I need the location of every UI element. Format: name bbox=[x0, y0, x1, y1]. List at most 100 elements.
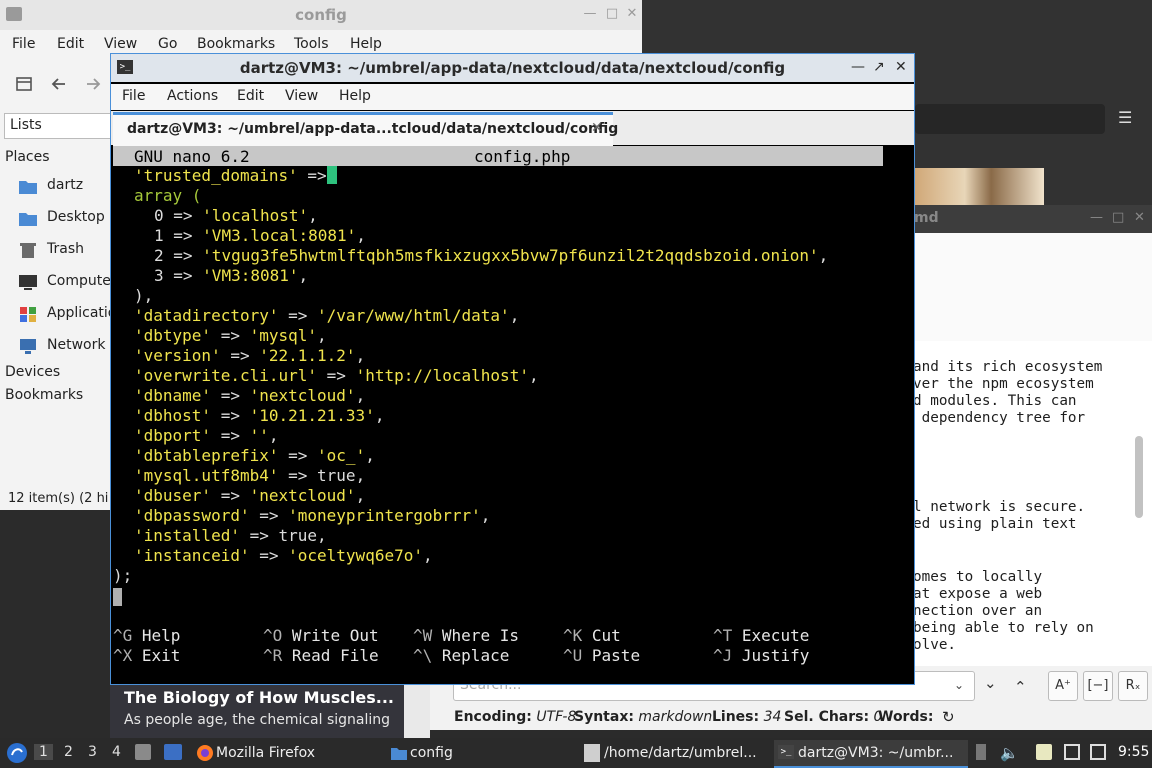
terminal-tab[interactable]: dartz@VM3: ~/umbrel/app-data...tcloud/da… bbox=[113, 112, 618, 147]
maximize-icon[interactable]: □ bbox=[1112, 210, 1124, 225]
code-line: 'overwrite.cli.url' => 'http://localhost… bbox=[134, 366, 539, 385]
selection-status: Sel. Chars: 0 bbox=[784, 709, 882, 725]
shortcut-read-file[interactable]: ^R Read File bbox=[263, 646, 379, 665]
shortcut-write-out[interactable]: ^O Write Out bbox=[263, 626, 379, 645]
menu-actions[interactable]: Actions bbox=[167, 88, 218, 104]
editor-line: ed using plain text bbox=[913, 516, 1077, 532]
desktop-launcher-icon[interactable] bbox=[164, 744, 182, 760]
code-line: 3 => 'VM3:8081', bbox=[154, 266, 309, 285]
place-label: Network bbox=[47, 337, 106, 353]
editor-line: omes to locally bbox=[913, 569, 1043, 585]
editor-line: olve. bbox=[913, 637, 957, 653]
words-label: Words: bbox=[878, 709, 934, 725]
firefox-article-preview[interactable]: The Biology of How Muscles... As people … bbox=[110, 682, 430, 738]
task-terminal[interactable]: >_ dartz@VM3: ~/umbr... bbox=[774, 740, 968, 768]
clipboard-icon[interactable] bbox=[1036, 744, 1052, 760]
maximize-icon[interactable]: □ bbox=[604, 6, 620, 22]
menu-file[interactable]: File bbox=[12, 36, 35, 52]
nano-version: GNU nano 6.2 bbox=[134, 147, 250, 166]
article-text: As people age, the chemical signaling bbox=[124, 712, 391, 728]
workspace-3[interactable]: 3 bbox=[88, 744, 97, 760]
shortcut-replace[interactable]: ^\ Replace bbox=[413, 646, 509, 665]
workspace-2[interactable]: 2 bbox=[64, 744, 73, 760]
close-icon[interactable]: ✕ bbox=[895, 59, 907, 75]
volume-icon[interactable]: 🔈 bbox=[1000, 744, 1019, 762]
minimize-icon[interactable]: — bbox=[582, 6, 598, 22]
taskbar: 1 2 3 4 Mozilla Firefox config /home/dar… bbox=[0, 738, 1152, 768]
code-line: 'version' => '22.1.1.2', bbox=[134, 346, 366, 365]
workspace-1[interactable]: 1 bbox=[34, 744, 53, 760]
menu-view[interactable]: View bbox=[285, 88, 318, 104]
text-editor-icon bbox=[584, 744, 600, 762]
webpage-image bbox=[912, 168, 1044, 206]
task-file-manager[interactable]: config bbox=[386, 740, 572, 766]
task-firefox[interactable]: Mozilla Firefox bbox=[192, 740, 378, 766]
minimize-icon[interactable]: — bbox=[1090, 210, 1103, 225]
menu-help[interactable]: Help bbox=[339, 88, 371, 104]
folder-icon bbox=[390, 745, 408, 761]
hamburger-menu-icon[interactable]: ☰ bbox=[1118, 108, 1140, 130]
chevron-down-icon[interactable]: ⌄ bbox=[954, 678, 964, 692]
whole-word-button[interactable]: [−] bbox=[1083, 671, 1113, 701]
match-case-button[interactable]: A⁺ bbox=[1048, 671, 1078, 701]
network-tray-icon[interactable] bbox=[1090, 744, 1106, 760]
forward-arrow-icon[interactable] bbox=[84, 76, 102, 92]
refresh-icon[interactable]: ↻ bbox=[942, 708, 955, 726]
regex-button[interactable]: Rₓ bbox=[1118, 671, 1148, 701]
code-line: 'mysql.utf8mb4' => true, bbox=[134, 466, 366, 485]
menu-tools[interactable]: Tools bbox=[294, 36, 329, 52]
shortcut-help[interactable]: ^G Help bbox=[113, 626, 180, 645]
search-next-icon[interactable]: ⌄ bbox=[984, 674, 997, 692]
minimize-icon[interactable]: — bbox=[851, 59, 865, 75]
workspace-4[interactable]: 4 bbox=[112, 744, 121, 760]
place-label: Compute bbox=[47, 273, 111, 289]
menu-go[interactable]: Go bbox=[158, 36, 177, 52]
place-item-network[interactable]: Network bbox=[18, 335, 114, 357]
menu-file[interactable]: File bbox=[122, 88, 145, 104]
place-item-computer[interactable]: Compute bbox=[18, 271, 114, 293]
code-line: 0 => 'localhost', bbox=[154, 206, 318, 225]
new-tab-icon[interactable] bbox=[16, 76, 34, 92]
menu-view[interactable]: View bbox=[104, 36, 137, 52]
shortcut-cut[interactable]: ^K Cut bbox=[563, 626, 621, 645]
shortcut-where-is[interactable]: ^W Where Is bbox=[413, 626, 519, 645]
menu-help[interactable]: Help bbox=[350, 36, 382, 52]
terminal-icon: >_ bbox=[778, 745, 794, 759]
text-editor-content[interactable]: and its rich ecosystem ver the npm ecosy… bbox=[912, 341, 1152, 666]
place-item-desktop[interactable]: Desktop bbox=[18, 207, 114, 229]
back-arrow-icon[interactable] bbox=[50, 76, 68, 92]
files-launcher-icon[interactable] bbox=[135, 744, 151, 760]
task-label: Mozilla Firefox bbox=[216, 745, 316, 761]
clock[interactable]: 9:55 bbox=[1118, 744, 1149, 760]
close-icon[interactable]: ✕ bbox=[624, 6, 640, 22]
firefox-url-bar[interactable] bbox=[915, 104, 1105, 134]
start-menu-icon[interactable] bbox=[6, 742, 28, 764]
menu-edit[interactable]: Edit bbox=[57, 36, 84, 52]
shortcut-execute[interactable]: ^T Execute bbox=[713, 626, 809, 645]
shortcut-justify[interactable]: ^J Justify bbox=[713, 646, 809, 665]
network-icon bbox=[18, 337, 38, 355]
menu-edit[interactable]: Edit bbox=[237, 88, 264, 104]
search-previous-icon[interactable]: ⌃ bbox=[1014, 678, 1027, 696]
close-tab-icon[interactable]: ✕ bbox=[591, 120, 603, 136]
file-manager-statusbar: 12 item(s) (2 hi bbox=[0, 488, 112, 510]
menu-bookmarks[interactable]: Bookmarks bbox=[197, 36, 275, 52]
maximize-icon[interactable]: ↗ bbox=[873, 59, 885, 75]
shortcut-paste[interactable]: ^U Paste bbox=[563, 646, 640, 665]
syntax-label: Syntax: bbox=[574, 709, 634, 725]
terminal-screen[interactable]: GNU nano 6.2 config.php 'trusted_domains… bbox=[113, 146, 883, 682]
code-line: 2 => 'tvgug3fe5hwtmlftqbh5msfkixzugxx5bv… bbox=[154, 246, 829, 265]
place-item-trash[interactable]: Trash bbox=[18, 239, 114, 261]
close-icon[interactable]: ✕ bbox=[1134, 210, 1145, 225]
words-status: Words: bbox=[878, 709, 933, 725]
side-pane-mode-label: Lists bbox=[10, 117, 42, 133]
display-icon[interactable] bbox=[1064, 744, 1080, 760]
editor-scrollbar-thumb[interactable] bbox=[1135, 436, 1143, 518]
encoding-status: Encoding: UTF-8 bbox=[454, 709, 576, 725]
task-text-editor[interactable]: /home/dartz/umbrel... bbox=[580, 740, 766, 766]
side-pane-mode-select[interactable]: Lists bbox=[4, 113, 114, 139]
encoding-value: UTF-8 bbox=[536, 709, 577, 725]
place-item-home[interactable]: dartz bbox=[18, 175, 114, 197]
shortcut-exit[interactable]: ^X Exit bbox=[113, 646, 180, 665]
place-item-applications[interactable]: Applicatio bbox=[18, 303, 114, 325]
